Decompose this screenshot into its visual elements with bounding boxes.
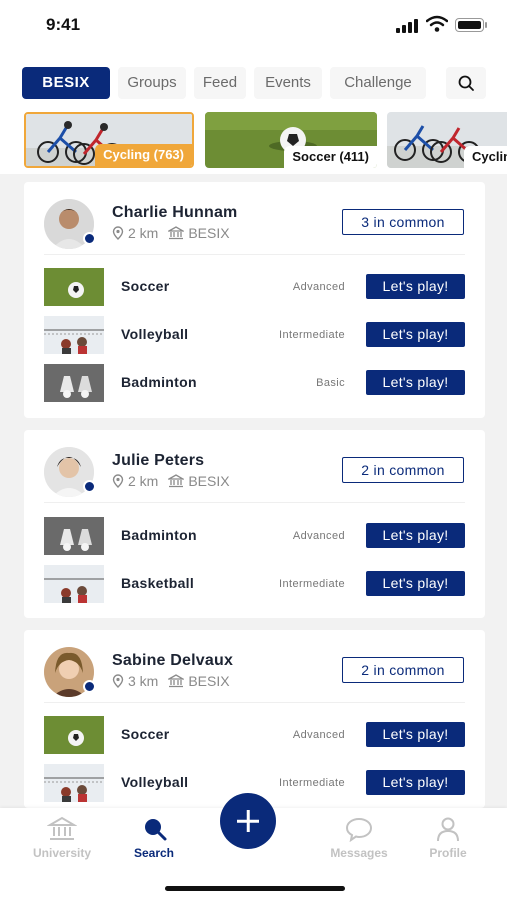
- tab-events[interactable]: Events: [254, 67, 322, 99]
- tab-besix[interactable]: BESIX: [22, 67, 110, 99]
- badminton-thumbnail: [44, 364, 104, 402]
- search-icon: [458, 75, 474, 91]
- nav-label: Search: [133, 846, 175, 860]
- top-tabs: BESIX Groups Feed Events Challenge: [0, 52, 507, 108]
- category-label: Cycling (763): [95, 144, 192, 166]
- person-card[interactable]: Charlie Hunnam 2 km BESIX 3 in common So…: [24, 182, 485, 418]
- skill-level: Intermediate: [279, 578, 345, 590]
- location-icon: [112, 226, 124, 240]
- divider: [44, 502, 465, 503]
- person-name[interactable]: Julie Peters: [112, 452, 204, 470]
- building-icon: [168, 674, 185, 688]
- in-common-button[interactable]: 3 in common: [342, 209, 464, 235]
- skill-level: Intermediate: [279, 777, 345, 789]
- tab-feed[interactable]: Feed: [194, 67, 246, 99]
- category-soccer[interactable]: Soccer (411): [205, 112, 377, 168]
- person-meta: 3 km BESIX: [112, 673, 230, 689]
- basketball-thumbnail: [44, 565, 104, 603]
- nav-profile[interactable]: Profile: [408, 816, 488, 860]
- sport-row: Volleyball Intermediate Let's play!: [44, 316, 465, 356]
- person-card[interactable]: Sabine Delvaux 3 km BESIX 2 in common So…: [24, 630, 485, 808]
- online-indicator: [83, 480, 96, 493]
- online-indicator: [83, 680, 96, 693]
- skill-level: Basic: [316, 377, 345, 389]
- sport-row: Badminton Advanced Let's play!: [44, 517, 465, 557]
- building-icon: [168, 226, 185, 240]
- signal-icon: [396, 19, 424, 33]
- sport-name: Badminton: [121, 374, 197, 390]
- person-card[interactable]: Julie Peters 2 km BESIX 2 in common Badm…: [24, 430, 485, 618]
- in-common-button[interactable]: 2 in common: [342, 657, 464, 683]
- category-cycling[interactable]: Cycling (763): [24, 112, 194, 168]
- sport-row: Basketball Intermediate Let's play!: [44, 565, 465, 605]
- nav-label: University: [32, 846, 92, 860]
- search-icon: [145, 819, 167, 841]
- skill-level: Advanced: [292, 729, 345, 741]
- sport-name: Volleyball: [121, 326, 189, 342]
- online-indicator: [83, 232, 96, 245]
- sport-row: Badminton Basic Let's play!: [44, 364, 465, 404]
- category-label: Soccer (411): [284, 146, 377, 168]
- nav-label: Messages: [330, 846, 388, 860]
- sport-categories: Cycling (763) Soccer (411) Cycling: [0, 108, 507, 174]
- organisation: BESIX: [188, 473, 230, 489]
- lets-play-button[interactable]: Let's play!: [366, 274, 465, 299]
- battery-icon: [455, 18, 487, 32]
- wifi-icon: [426, 15, 448, 32]
- lets-play-button[interactable]: Let's play!: [366, 370, 465, 395]
- sport-name: Basketball: [121, 575, 195, 591]
- person-name[interactable]: Charlie Hunnam: [112, 204, 238, 222]
- nav-university[interactable]: University: [22, 816, 102, 860]
- person-meta: 2 km BESIX: [112, 225, 230, 241]
- location-icon: [112, 674, 124, 688]
- university-icon: [47, 816, 77, 840]
- sport-name: Soccer: [121, 726, 170, 742]
- category-label: Cycling: [464, 146, 507, 168]
- building-icon: [168, 474, 185, 488]
- distance: 2 km: [128, 473, 159, 489]
- status-time: 9:41: [46, 15, 81, 34]
- sport-name: Badminton: [121, 527, 197, 543]
- nav-messages[interactable]: Messages: [319, 816, 399, 860]
- tab-challenge[interactable]: Challenge: [330, 67, 426, 99]
- lets-play-button[interactable]: Let's play!: [366, 571, 465, 596]
- divider: [44, 254, 465, 255]
- sport-name: Soccer: [121, 278, 170, 294]
- distance: 2 km: [128, 225, 159, 241]
- lets-play-button[interactable]: Let's play!: [366, 523, 465, 548]
- nav-search[interactable]: Search: [114, 816, 194, 860]
- organisation: BESIX: [188, 225, 230, 241]
- sport-row: Soccer Advanced Let's play!: [44, 268, 465, 308]
- tab-groups[interactable]: Groups: [118, 67, 186, 99]
- profile-icon: [437, 817, 459, 842]
- sport-row: Soccer Advanced Let's play!: [44, 716, 465, 756]
- chat-icon: [345, 817, 373, 842]
- soccer-thumbnail: [44, 716, 104, 754]
- home-indicator[interactable]: [165, 886, 345, 891]
- soccer-thumbnail: [44, 268, 104, 306]
- add-button[interactable]: [220, 793, 276, 849]
- skill-level: Advanced: [292, 281, 345, 293]
- distance: 3 km: [128, 673, 159, 689]
- status-bar: 9:41: [0, 0, 507, 52]
- skill-level: Intermediate: [279, 329, 345, 341]
- organisation: BESIX: [188, 673, 230, 689]
- skill-level: Advanced: [292, 530, 345, 542]
- person-name[interactable]: Sabine Delvaux: [112, 652, 233, 670]
- location-icon: [112, 474, 124, 488]
- in-common-button[interactable]: 2 in common: [342, 457, 464, 483]
- category-cycling-2[interactable]: Cycling: [387, 112, 507, 168]
- volleyball-thumbnail: [44, 316, 104, 354]
- search-button[interactable]: [446, 67, 486, 99]
- person-meta: 2 km BESIX: [112, 473, 230, 489]
- lets-play-button[interactable]: Let's play!: [366, 722, 465, 747]
- lets-play-button[interactable]: Let's play!: [366, 770, 465, 795]
- badminton-thumbnail: [44, 517, 104, 555]
- divider: [44, 702, 465, 703]
- lets-play-button[interactable]: Let's play!: [366, 322, 465, 347]
- volleyball-thumbnail: [44, 764, 104, 802]
- nav-label: Profile: [429, 846, 467, 860]
- sport-name: Volleyball: [121, 774, 189, 790]
